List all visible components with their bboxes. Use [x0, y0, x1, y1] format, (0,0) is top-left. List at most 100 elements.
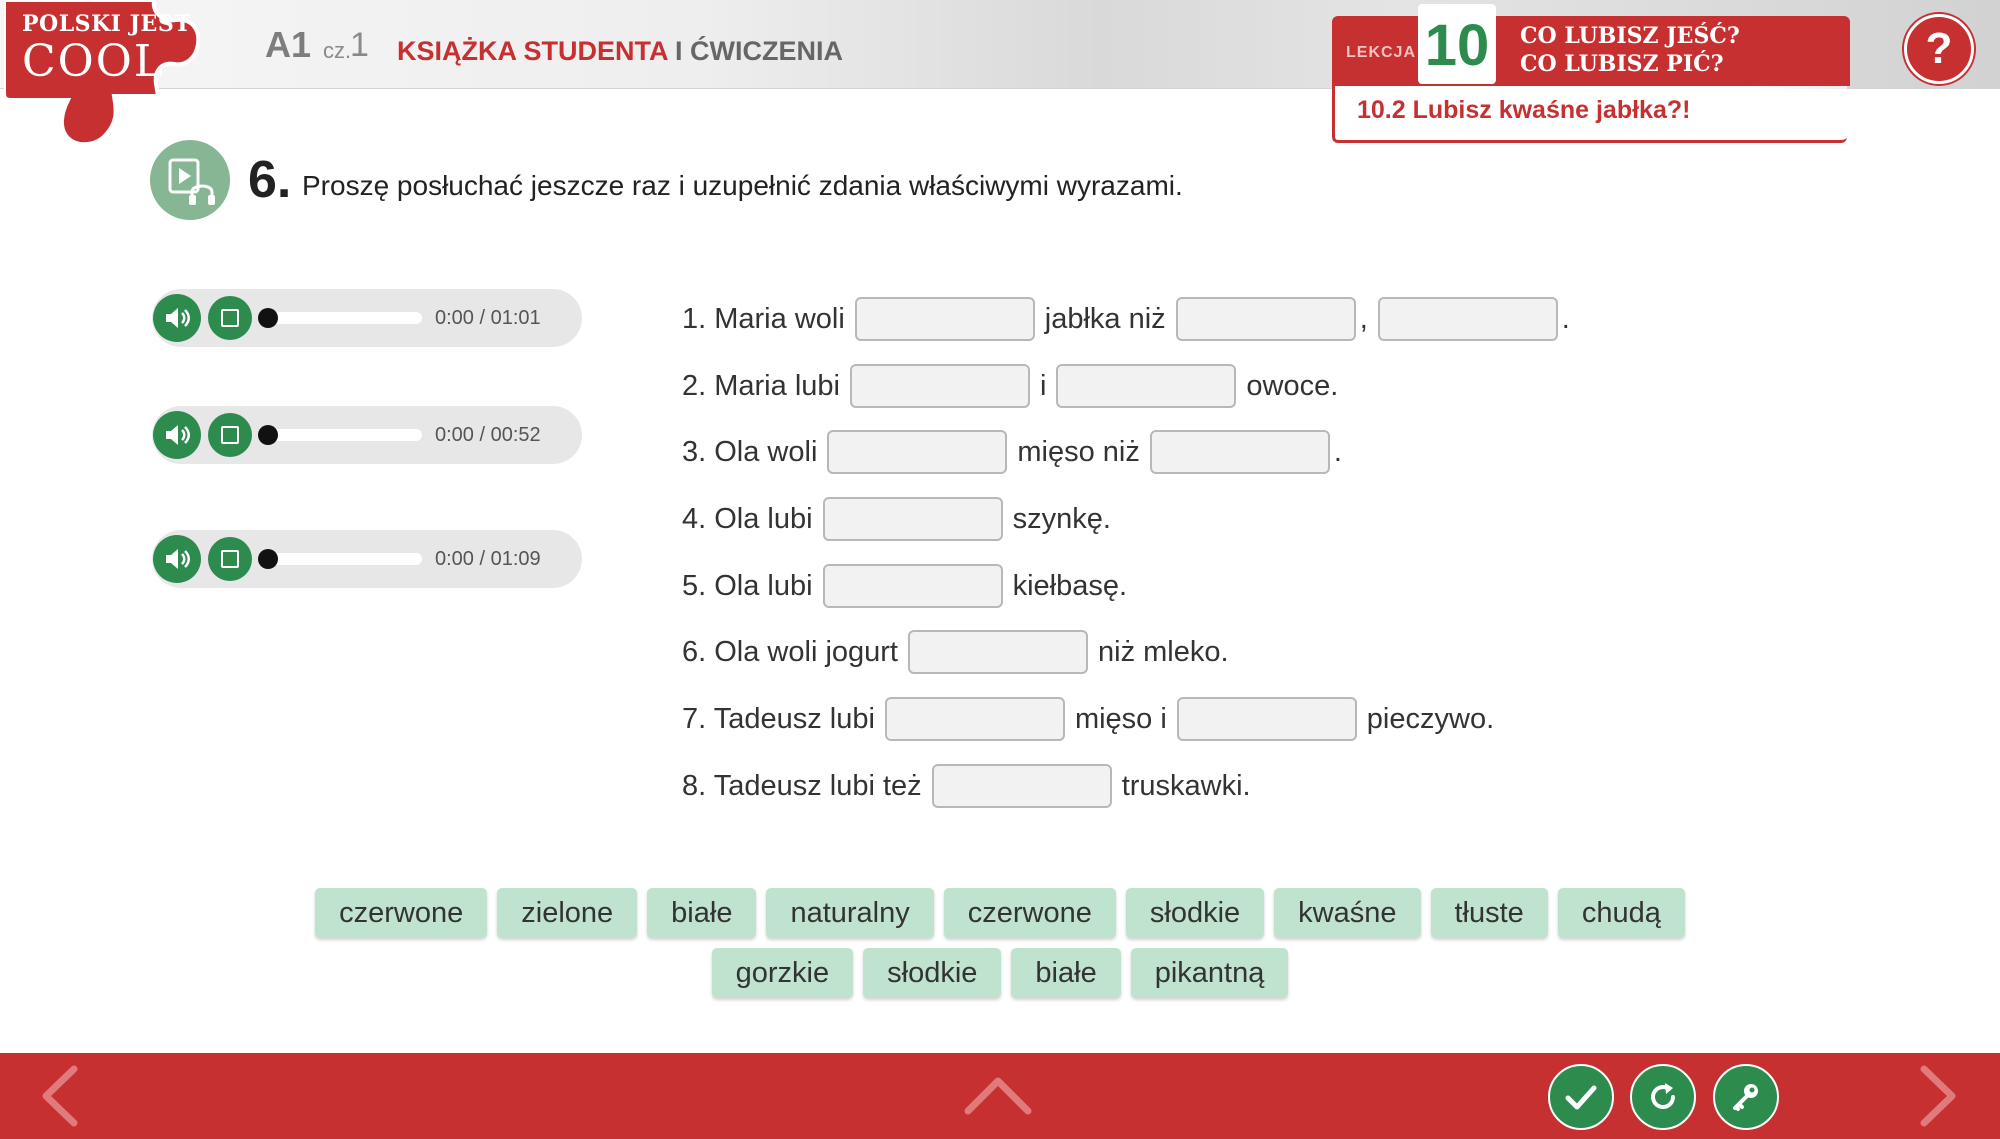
- audio-player-2: 0:00 / 00:52: [152, 406, 582, 464]
- section-subtitle-box: 10.2 Lubisz kwaśne jabłka?!: [1332, 86, 1847, 143]
- sentence-text: mięso niż: [1017, 435, 1140, 468]
- lesson-number: 10: [1418, 4, 1496, 84]
- logo[interactable]: POLSKI JEST COOL: [4, 0, 238, 164]
- word-chip[interactable]: chudą: [1557, 888, 1685, 938]
- word-chip[interactable]: gorzkie: [711, 948, 854, 998]
- sentence-text: 8. Tadeusz lubi też: [682, 769, 922, 802]
- answer-blank[interactable]: [1149, 430, 1330, 474]
- word-chip[interactable]: pikantną: [1130, 948, 1289, 998]
- audio-player-1: 0:00 / 01:01: [152, 289, 582, 347]
- answer-blank[interactable]: [822, 497, 1003, 541]
- word-chip[interactable]: kwaśne: [1274, 888, 1421, 938]
- sentence-text: owoce.: [1246, 369, 1339, 402]
- word-chip[interactable]: słodkie: [863, 948, 1002, 998]
- word-chip[interactable]: białe: [1011, 948, 1121, 998]
- answer-blank[interactable]: [854, 297, 1035, 341]
- answer-blank[interactable]: [822, 564, 1003, 608]
- speaker-icon[interactable]: [153, 411, 201, 459]
- up-arrow-icon[interactable]: [962, 1069, 1034, 1124]
- progress-track[interactable]: [258, 308, 422, 328]
- sentence-text: mięso i: [1074, 702, 1167, 735]
- word-chip[interactable]: słodkie: [1125, 888, 1265, 938]
- part-number: 1: [350, 26, 369, 64]
- time-readout: 0:00 / 01:01: [435, 307, 541, 329]
- sentence-text: i: [1039, 369, 1047, 402]
- answer-blank[interactable]: [1056, 364, 1237, 408]
- progress-knob[interactable]: [258, 308, 278, 328]
- task-number: 6.: [248, 151, 292, 209]
- sentence-text: 6. Ola woli jogurt: [682, 635, 898, 668]
- checkmark-icon: [1565, 1085, 1597, 1110]
- lesson-title-line1: CO LUBISZ JEŚĆ?: [1520, 23, 1740, 49]
- sentence-text: 1. Maria woli: [682, 302, 845, 335]
- word-chip[interactable]: naturalny: [766, 888, 934, 938]
- book-title-gray: I ĆWICZENIA: [675, 36, 844, 66]
- sentence-text: .: [1333, 435, 1342, 468]
- sentence-2: 2. Maria lubi i owoce.: [682, 364, 1338, 410]
- stop-icon: [221, 309, 239, 327]
- answer-blank[interactable]: [884, 697, 1065, 741]
- stop-icon: [221, 550, 239, 568]
- sentence-text: szynkę.: [1012, 502, 1111, 535]
- lesson-badge: LEKCJA 10 CO LUBISZ JEŚĆ? CO LUBISZ PIĆ?: [1332, 4, 1850, 86]
- refresh-icon: [1651, 1083, 1675, 1109]
- word-bank-row-2: gorzkie słodkie białe pikantną: [0, 948, 2000, 998]
- sentence-text: ,: [1359, 302, 1368, 335]
- lesson-label: LEKCJA: [1346, 44, 1417, 61]
- reset-button[interactable]: [1630, 1064, 1696, 1130]
- word-chip[interactable]: zielone: [497, 888, 638, 938]
- answer-blank[interactable]: [1175, 297, 1356, 341]
- next-arrow-icon[interactable]: [1916, 1063, 1960, 1134]
- answer-blank[interactable]: [931, 764, 1112, 808]
- sentence-7: 7. Tadeusz lubi mięso i pieczywo.: [682, 697, 1494, 743]
- word-chip[interactable]: czerwone: [315, 888, 488, 938]
- help-button[interactable]: ?: [1904, 14, 1974, 84]
- answer-blank[interactable]: [827, 430, 1008, 474]
- sentence-text: kiełbasę.: [1012, 569, 1128, 602]
- word-bank-row-1: czerwone zielone białe naturalny czerwon…: [0, 888, 2000, 938]
- header-bar: A1 cz. 1 KSIĄŻKA STUDENTA I ĆWICZENIA LE…: [0, 0, 2000, 89]
- answer-blank[interactable]: [908, 630, 1088, 674]
- sentence-3: 3. Ola woli mięso niż.: [682, 430, 1342, 476]
- stop-icon: [221, 426, 239, 444]
- check-button[interactable]: [1548, 1064, 1614, 1130]
- answer-blank[interactable]: [1377, 297, 1558, 341]
- speaker-icon[interactable]: [153, 294, 201, 342]
- prev-arrow-icon[interactable]: [38, 1063, 82, 1134]
- solution-button[interactable]: [1713, 1064, 1779, 1130]
- sentence-text: truskawki.: [1121, 769, 1251, 802]
- progress-knob[interactable]: [258, 549, 278, 569]
- book-title-red: KSIĄŻKA STUDENTA: [397, 36, 668, 66]
- logo-main-text: COOL: [22, 36, 166, 87]
- speaker-icon[interactable]: [153, 535, 201, 583]
- sentence-text: niż mleko.: [1098, 635, 1229, 668]
- word-chip[interactable]: białe: [647, 888, 757, 938]
- logo-top-text: POLSKI JEST: [22, 11, 192, 37]
- task-instruction: Proszę posłuchać jeszcze raz i uzupełnić…: [302, 170, 1183, 201]
- word-chip[interactable]: czerwone: [943, 888, 1116, 938]
- stop-button[interactable]: [208, 296, 252, 340]
- time-readout: 0:00 / 00:52: [435, 424, 541, 446]
- sentence-6: 6. Ola woli jogurt niż mleko.: [682, 630, 1229, 676]
- section-subtitle: 10.2 Lubisz kwaśne jabłka?!: [1357, 96, 1691, 124]
- progress-track[interactable]: [258, 549, 422, 569]
- lesson-title: CO LUBISZ JEŚĆ? CO LUBISZ PIĆ?: [1520, 22, 1740, 78]
- word-chip[interactable]: tłuste: [1430, 888, 1548, 938]
- answer-blank[interactable]: [849, 364, 1030, 408]
- footer-bar: [0, 1053, 2000, 1139]
- stop-button[interactable]: [208, 537, 252, 581]
- part-label: cz.: [323, 38, 352, 63]
- sentence-text: 4. Ola lubi: [682, 502, 813, 535]
- sentence-text: .: [1561, 302, 1570, 335]
- progress-knob[interactable]: [258, 425, 278, 445]
- sentence-text: 3. Ola woli: [682, 435, 818, 468]
- sentence-text: jabłka niż: [1044, 302, 1166, 335]
- time-readout: 0:00 / 01:09: [435, 548, 541, 570]
- progress-track[interactable]: [258, 425, 422, 445]
- sentence-1: 1. Maria woli jabłka niż,.: [682, 297, 1570, 343]
- sentence-5: 5. Ola lubi kiełbasę.: [682, 564, 1127, 610]
- stop-button[interactable]: [208, 413, 252, 457]
- answer-blank[interactable]: [1176, 697, 1357, 741]
- audio-player-3: 0:00 / 01:09: [152, 530, 582, 588]
- key-icon: [1733, 1084, 1758, 1111]
